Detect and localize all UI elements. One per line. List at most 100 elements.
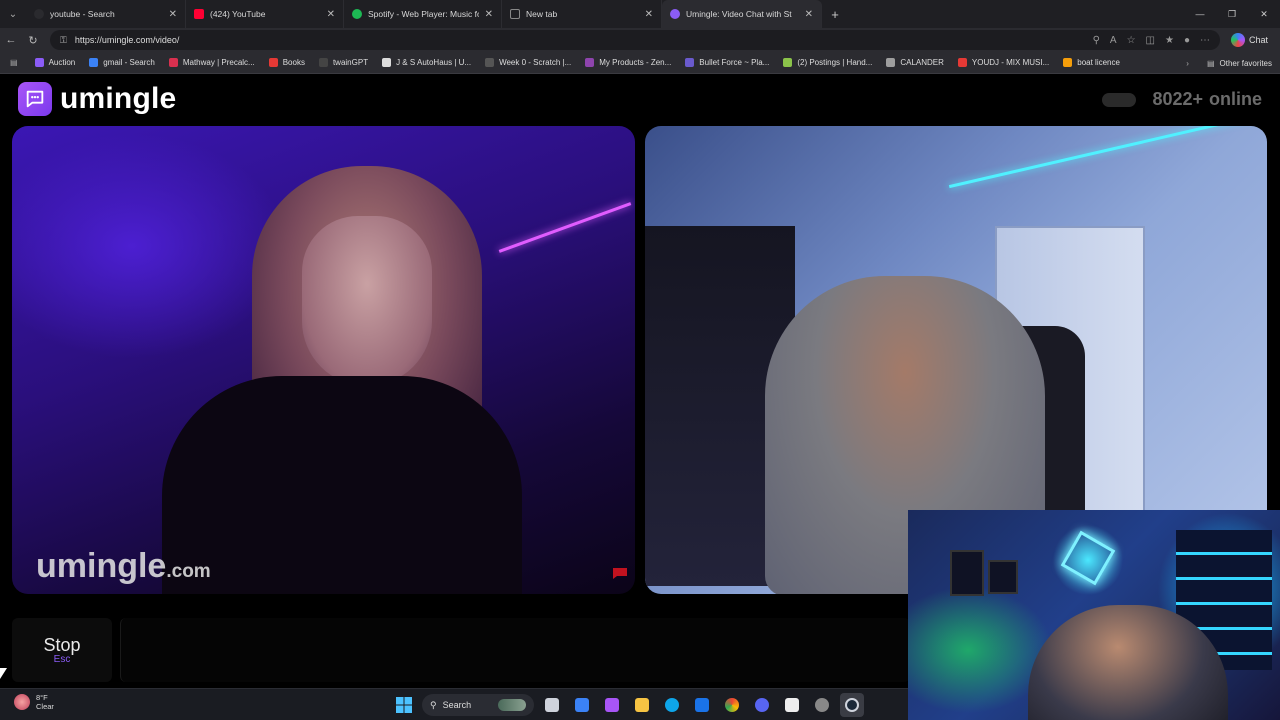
search-highlight-icon bbox=[498, 699, 526, 711]
bookmark-item[interactable]: Auction bbox=[28, 58, 83, 67]
url-field[interactable]: ⚿ https://umingle.com/video/ ⚲ A ☆ ◫ ★ ●… bbox=[50, 30, 1220, 50]
bookmark-item[interactable]: Books bbox=[262, 58, 312, 67]
calendar-icon[interactable] bbox=[570, 693, 594, 717]
url-actions: ⚲ A ☆ ◫ ★ ● ⋯ bbox=[1093, 35, 1210, 46]
weather-text: 8°F Clear bbox=[36, 693, 54, 711]
tab-umingle[interactable]: Umingle: Video Chat with St ✕ bbox=[662, 0, 822, 28]
favorite-star-icon[interactable]: ☆ bbox=[1127, 35, 1136, 46]
bookmark-label: boat licence bbox=[1077, 58, 1120, 67]
tab-spotify[interactable]: Spotify - Web Player: Music for ev ✕ bbox=[344, 0, 502, 28]
other-favorites[interactable]: › ▤ Other favorites bbox=[1186, 52, 1272, 74]
spotify-favicon-icon bbox=[352, 9, 362, 19]
close-tab-icon[interactable]: ✕ bbox=[169, 9, 177, 20]
lock-icon: ⚿ bbox=[60, 34, 67, 45]
theme-toggle[interactable] bbox=[1102, 92, 1137, 107]
folder-icon: ▤ bbox=[1206, 58, 1215, 68]
wall-poster bbox=[988, 560, 1018, 594]
bookmark-item[interactable]: Bullet Force ~ Pla... bbox=[678, 58, 776, 67]
bookmark-item[interactable]: boat licence bbox=[1056, 58, 1127, 67]
close-tab-icon[interactable]: ✕ bbox=[645, 9, 653, 20]
start-windows-icon[interactable] bbox=[392, 693, 416, 717]
bookmark-label: My Products - Zen... bbox=[599, 58, 672, 67]
bookmark-label: J & S AutoHaus | U... bbox=[396, 58, 472, 67]
bookmark-item[interactable]: YOUDJ - MIX MUSI... bbox=[951, 58, 1056, 67]
steam-icon[interactable] bbox=[840, 693, 864, 717]
close-tab-icon[interactable]: ✕ bbox=[805, 9, 813, 20]
report-flag-icon[interactable] bbox=[611, 566, 629, 580]
tab-title: (424) YouTube bbox=[210, 9, 266, 19]
bookmark-favicon-icon bbox=[168, 58, 178, 67]
stop-button[interactable]: Stop Esc bbox=[12, 618, 112, 682]
bookmark-favicon-icon bbox=[685, 58, 695, 67]
taskbar-search[interactable]: ⚲ Search bbox=[422, 694, 534, 716]
task-view-icon[interactable] bbox=[540, 693, 564, 717]
tab-actions-menu[interactable]: ⌄ bbox=[0, 0, 26, 28]
zoom-icon[interactable]: ⚲ bbox=[1093, 35, 1100, 46]
search-favicon-icon bbox=[34, 9, 44, 19]
bookmark-item[interactable]: Mathway | Precalc... bbox=[162, 58, 262, 67]
other-favorites-label: Other favorites bbox=[1219, 58, 1272, 68]
chat-message-input[interactable] bbox=[120, 618, 910, 682]
discord-icon[interactable] bbox=[750, 693, 774, 717]
bookmark-item[interactable]: (2) Postings | Hand... bbox=[776, 58, 879, 67]
close-window-icon[interactable]: ✕ bbox=[1248, 0, 1280, 28]
minimize-icon[interactable]: — bbox=[1184, 0, 1216, 28]
more-options-icon[interactable]: ⋯ bbox=[1200, 35, 1210, 46]
close-tab-icon[interactable]: ✕ bbox=[327, 9, 335, 20]
taskbar-apps: ⚲ Search bbox=[392, 693, 864, 717]
obs-icon[interactable] bbox=[810, 693, 834, 717]
bookmarks-toggle-icon[interactable]: ▤ bbox=[0, 58, 28, 67]
capcut-icon[interactable] bbox=[780, 693, 804, 717]
brand-name: umingle bbox=[60, 82, 177, 115]
new-tab-favicon-icon bbox=[510, 9, 520, 19]
tab-youtube-search[interactable]: youtube - Search ✕ bbox=[26, 0, 186, 28]
reload-icon[interactable]: ↻ bbox=[22, 28, 44, 52]
weather-widget[interactable]: 8°F Clear bbox=[14, 693, 54, 711]
weather-desc: Clear bbox=[36, 702, 54, 711]
online-label: online bbox=[1209, 89, 1262, 109]
new-tab-button[interactable]: + bbox=[822, 7, 848, 22]
bookmarks-bar: ▤ Auction gmail - Search Mathway | Preca… bbox=[0, 52, 1280, 74]
favorites-icon[interactable]: ★ bbox=[1165, 35, 1174, 46]
bookmark-favicon-icon bbox=[957, 58, 967, 67]
tab-new-tab[interactable]: New tab ✕ bbox=[502, 0, 662, 28]
bookmark-label: Books bbox=[282, 58, 305, 67]
umingle-favicon-icon bbox=[670, 9, 680, 19]
split-screen-icon[interactable]: ◫ bbox=[1146, 35, 1155, 46]
edge-icon[interactable] bbox=[660, 693, 684, 717]
bookmark-item[interactable]: gmail - Search bbox=[82, 58, 162, 67]
copilot-icon bbox=[1230, 33, 1245, 47]
bookmark-item[interactable]: twainGPT bbox=[312, 58, 375, 67]
stranger-video: umingle.com bbox=[12, 126, 635, 594]
tab-title: New tab bbox=[526, 9, 558, 19]
read-aloud-icon[interactable]: A bbox=[1110, 35, 1117, 46]
restore-icon[interactable]: ❐ bbox=[1216, 0, 1248, 28]
file-explorer-icon[interactable] bbox=[630, 693, 654, 717]
neon-cube-light bbox=[1060, 530, 1116, 586]
chevron-right-icon[interactable]: › bbox=[1186, 59, 1189, 68]
tab-youtube[interactable]: (424) YouTube ✕ bbox=[186, 0, 344, 28]
bookmark-item[interactable]: My Products - Zen... bbox=[578, 58, 678, 67]
chrome-icon[interactable] bbox=[720, 693, 744, 717]
site-logo[interactable]: umingle bbox=[18, 82, 176, 116]
bookmark-favicon-icon bbox=[89, 58, 99, 67]
bookmark-label: Mathway | Precalc... bbox=[182, 58, 255, 67]
watermark-suffix: .com bbox=[166, 561, 211, 582]
chat-label: Chat bbox=[1248, 35, 1268, 45]
bookmark-item[interactable]: J & S AutoHaus | U... bbox=[375, 58, 478, 67]
bookmark-item[interactable]: Week 0 - Scratch |... bbox=[478, 58, 578, 67]
video-watermark: umingle.com bbox=[36, 547, 211, 586]
copilot-app-icon[interactable] bbox=[600, 693, 624, 717]
address-bar-row: ← ↻ ⚿ https://umingle.com/video/ ⚲ A ☆ ◫… bbox=[0, 28, 1280, 52]
bookmark-favicon-icon bbox=[783, 58, 793, 67]
copilot-chat-button[interactable]: Chat bbox=[1225, 31, 1274, 49]
bookmark-item[interactable]: CALANDER bbox=[879, 58, 951, 67]
tab-title: youtube - Search bbox=[50, 9, 115, 19]
bookmark-label: (2) Postings | Hand... bbox=[797, 58, 873, 67]
stop-label: Stop bbox=[43, 635, 81, 655]
profile-avatar-icon[interactable]: ● bbox=[1184, 35, 1190, 46]
close-tab-icon[interactable]: ✕ bbox=[485, 9, 493, 20]
back-icon[interactable]: ← bbox=[0, 28, 22, 52]
outlook-icon[interactable] bbox=[690, 693, 714, 717]
bookmark-label: twainGPT bbox=[332, 58, 369, 67]
